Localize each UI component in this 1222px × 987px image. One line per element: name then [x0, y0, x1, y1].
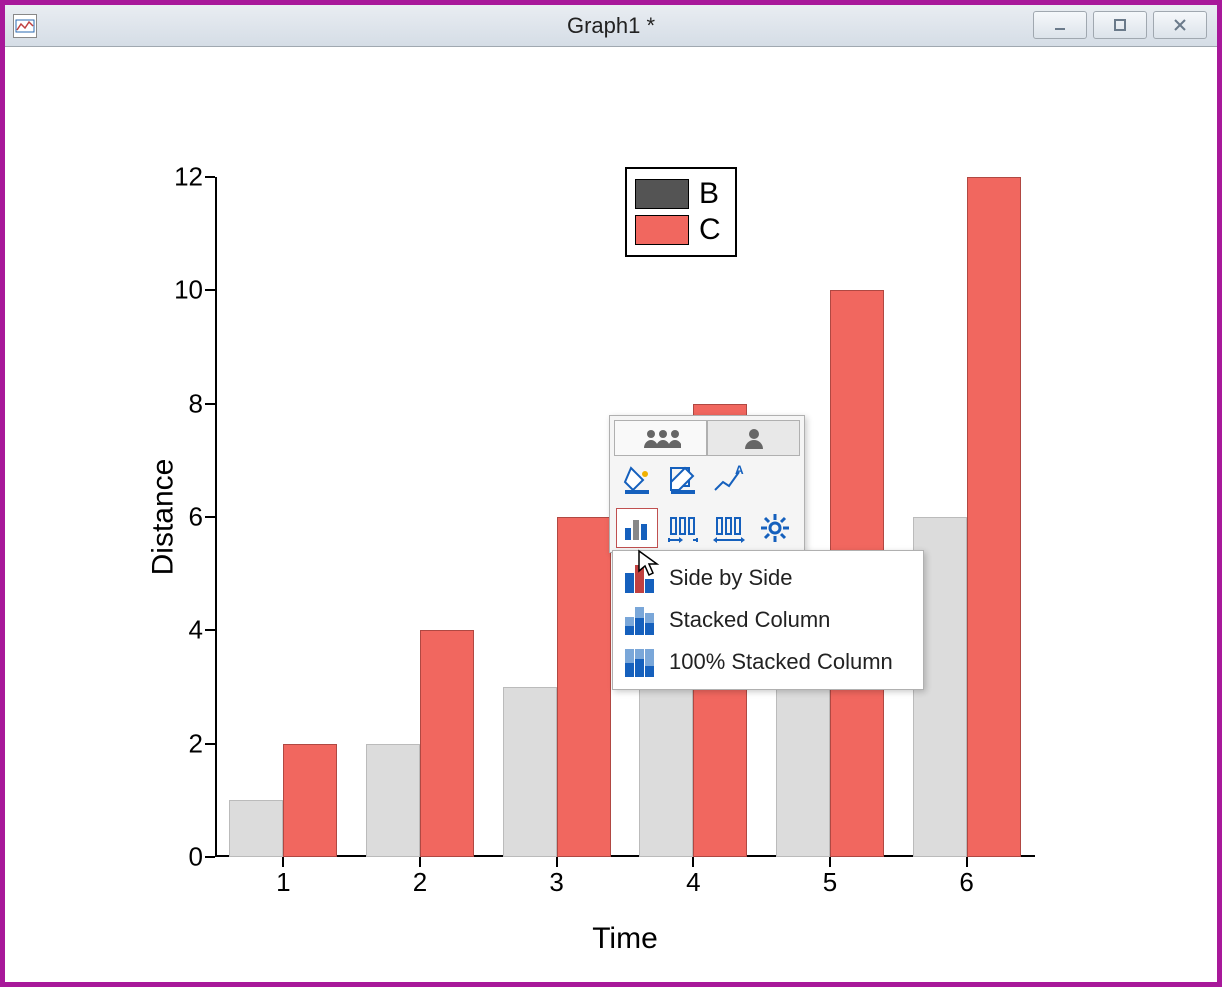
legend-swatch-icon: [635, 179, 689, 209]
bar-series-b[interactable]: [366, 744, 420, 857]
x-tick-label: 2: [413, 867, 427, 898]
y-tick-label: 8: [143, 388, 203, 419]
svg-text:A: A: [735, 464, 744, 477]
y-tick: [205, 743, 215, 745]
legend[interactable]: B C: [625, 167, 737, 257]
x-axis-title[interactable]: Time: [592, 922, 658, 956]
y-tick: [205, 289, 215, 291]
y-axis[interactable]: [215, 177, 217, 857]
bar-gap-button[interactable]: [662, 508, 704, 548]
legend-item-c[interactable]: C: [635, 213, 721, 247]
app-icon: [13, 14, 37, 38]
menu-item-label: 100% Stacked Column: [669, 649, 893, 675]
bar-series-c[interactable]: [283, 744, 337, 857]
y-tick-label: 0: [143, 842, 203, 873]
menu-item-stacked-column[interactable]: Stacked Column: [617, 599, 919, 641]
edit-style-button[interactable]: [662, 460, 704, 500]
x-tick: [282, 857, 284, 867]
y-tick: [205, 516, 215, 518]
y-tick-label: 12: [143, 162, 203, 193]
bar-series-c[interactable]: [557, 517, 611, 857]
y-tick-label: 6: [143, 502, 203, 533]
x-tick: [556, 857, 558, 867]
x-tick-label: 4: [686, 867, 700, 898]
mini-toolbar[interactable]: A Side by Side: [609, 415, 805, 553]
mini-toolbar-tab-single[interactable]: [707, 420, 800, 456]
x-tick: [829, 857, 831, 867]
y-tick-label: 2: [143, 728, 203, 759]
column-type-button[interactable]: [616, 508, 658, 548]
legend-label: B: [699, 177, 719, 211]
menu-item-label: Side by Side: [669, 565, 793, 591]
y-tick-label: 4: [143, 615, 203, 646]
title-bar: Graph1 *: [5, 5, 1217, 47]
y-tick: [205, 856, 215, 858]
stacked-column-icon: [625, 605, 661, 635]
x-tick-label: 6: [959, 867, 973, 898]
menu-item-100-stacked-column[interactable]: 100% Stacked Column: [617, 641, 919, 683]
y-tick: [205, 403, 215, 405]
menu-item-side-by-side[interactable]: Side by Side: [617, 557, 919, 599]
window-title: Graph1 *: [567, 13, 655, 39]
legend-item-b[interactable]: B: [635, 177, 721, 211]
bar-series-c[interactable]: [420, 630, 474, 857]
maximize-button[interactable]: [1093, 11, 1147, 39]
close-button[interactable]: [1153, 11, 1207, 39]
x-tick-label: 3: [549, 867, 563, 898]
x-tick: [966, 857, 968, 867]
mini-toolbar-tab-group[interactable]: [614, 420, 707, 456]
stacked-100-icon: [625, 647, 661, 677]
minimize-button[interactable]: [1033, 11, 1087, 39]
menu-item-label: Stacked Column: [669, 607, 830, 633]
bar-overlap-button[interactable]: [708, 508, 750, 548]
legend-swatch-icon: [635, 215, 689, 245]
fill-style-button[interactable]: [616, 460, 658, 500]
legend-label: C: [699, 213, 721, 247]
chart-canvas[interactable]: B C Distance Time 024681012 123456: [5, 47, 1217, 982]
x-tick: [419, 857, 421, 867]
x-tick: [692, 857, 694, 867]
bar-series-c[interactable]: [967, 177, 1021, 857]
bar-series-b[interactable]: [503, 687, 557, 857]
column-type-menu[interactable]: Side by Side Stacked Column 100% Stacked…: [612, 550, 924, 690]
settings-button[interactable]: [754, 508, 796, 548]
side-by-side-icon: [625, 563, 661, 593]
x-tick-label: 5: [823, 867, 837, 898]
data-label-button[interactable]: A: [708, 460, 750, 500]
bar-series-b[interactable]: [229, 800, 283, 857]
y-tick-label: 10: [143, 275, 203, 306]
y-tick: [205, 176, 215, 178]
y-tick: [205, 629, 215, 631]
x-tick-label: 1: [276, 867, 290, 898]
window-controls: [1033, 11, 1207, 39]
